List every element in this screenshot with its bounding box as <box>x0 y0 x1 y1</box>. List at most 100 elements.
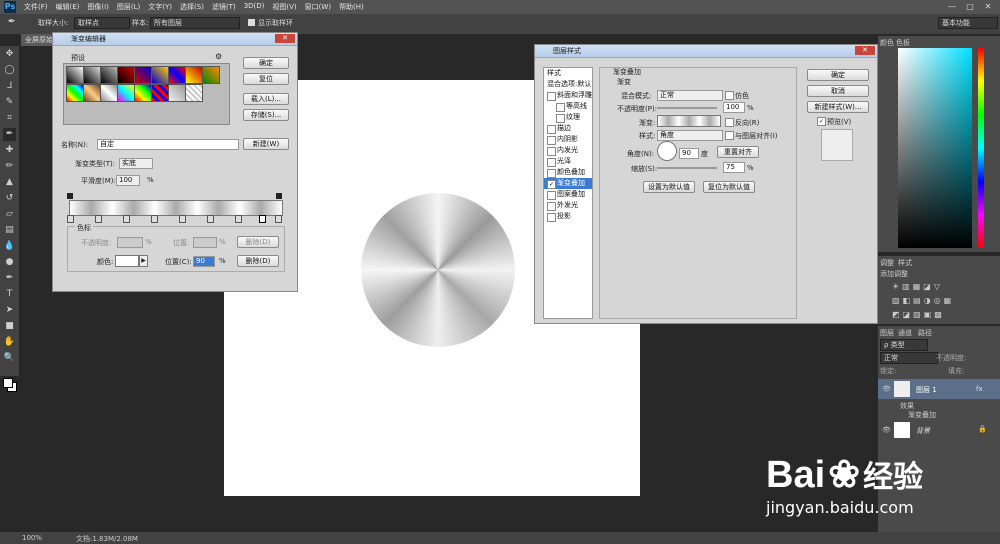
reverse-checkbox[interactable] <box>725 118 734 127</box>
menu-layer[interactable]: 图层(L) <box>117 2 140 12</box>
menu-image[interactable]: 图像(I) <box>87 2 109 12</box>
style-item[interactable]: 外发光 <box>544 200 592 211</box>
preset-swatch[interactable] <box>66 66 84 84</box>
style-item[interactable]: 投影 <box>544 211 592 222</box>
style-checkbox[interactable] <box>547 213 556 222</box>
style-checkbox[interactable] <box>556 114 565 123</box>
preset-swatch[interactable] <box>134 66 152 84</box>
marquee-tool-icon[interactable]: ◯ <box>3 64 16 77</box>
color-arrow-icon[interactable]: ▶ <box>139 255 148 267</box>
shape-tool-icon[interactable]: ■ <box>3 320 16 333</box>
tab-layers[interactable]: 图层 <box>880 328 894 338</box>
quick-select-tool-icon[interactable]: ✎ <box>3 96 16 109</box>
brush-tool-icon[interactable]: ✏ <box>3 160 16 173</box>
zoom-level[interactable]: 100% <box>22 534 42 542</box>
visibility-eye-icon[interactable]: 👁 <box>882 426 891 434</box>
style-checkbox[interactable] <box>547 169 556 178</box>
gradient-save-button[interactable]: 存储(S)... <box>243 109 289 121</box>
layer-name[interactable]: 背景 <box>916 426 930 436</box>
blend-mode-dropdown[interactable]: 正常 <box>880 352 938 364</box>
layer-style-ok-button[interactable]: 确定 <box>807 69 869 81</box>
preset-swatch[interactable] <box>117 66 135 84</box>
preset-swatch[interactable] <box>83 66 101 84</box>
reset-align-button[interactable]: 重置对齐 <box>717 146 759 158</box>
gradient-preview-bar[interactable] <box>69 200 283 216</box>
preview-checkbox[interactable]: ✓ <box>817 117 826 126</box>
style-item[interactable]: 内阴影 <box>544 134 592 145</box>
menu-select[interactable]: 选择(S) <box>180 2 204 12</box>
gradient-type-select[interactable]: 实底 <box>119 158 153 169</box>
color-stop[interactable] <box>67 215 74 223</box>
tab-styles[interactable]: 样式 <box>898 258 912 268</box>
smoothness-select[interactable]: 100 <box>116 175 140 186</box>
eraser-tool-icon[interactable]: ▱ <box>3 208 16 221</box>
preset-swatch[interactable] <box>100 66 118 84</box>
blend-options-default[interactable]: 混合选项:默认 <box>544 79 592 90</box>
preset-swatch[interactable] <box>168 66 186 84</box>
set-default-button[interactable]: 设置为默认值 <box>643 181 695 193</box>
tab-channels[interactable]: 通道 <box>898 328 912 338</box>
color-stop-selected[interactable] <box>259 215 266 223</box>
workspace-select[interactable]: 基本功能 <box>938 17 998 29</box>
stop-opacity-input[interactable] <box>117 237 143 248</box>
color-stop[interactable] <box>179 215 186 223</box>
maximize-button[interactable]: □ <box>962 1 978 12</box>
layer-row-selected[interactable]: 👁 图层 1 fx <box>878 379 1000 399</box>
pen-tool-icon[interactable]: ✒ <box>3 272 16 285</box>
preset-swatch[interactable] <box>117 84 135 102</box>
menu-window[interactable]: 窗口(W) <box>305 2 331 12</box>
eyedropper-icon[interactable]: ✒ <box>8 17 16 27</box>
preset-swatch[interactable] <box>202 66 220 84</box>
menu-3d[interactable]: 3D(D) <box>244 2 265 12</box>
gradient-editor-close-icon[interactable]: ✕ <box>275 34 295 43</box>
style-item[interactable]: 颜色叠加 <box>544 167 592 178</box>
opacity-slider[interactable] <box>657 107 717 109</box>
style-item[interactable]: 图案叠加 <box>544 189 592 200</box>
preset-swatch[interactable] <box>185 84 203 102</box>
style-item[interactable]: 等高线 <box>544 101 592 112</box>
adjustment-icons-row1[interactable]: ☀▥▦◪▽ <box>892 282 943 291</box>
gradient-new-button[interactable]: 新建(W) <box>243 138 289 150</box>
dither-checkbox[interactable] <box>725 91 734 100</box>
visibility-eye-icon[interactable]: 👁 <box>882 385 891 393</box>
gradient-name-input[interactable]: 自定 <box>97 139 239 150</box>
move-tool-icon[interactable]: ✥ <box>3 48 16 61</box>
history-brush-icon[interactable]: ↺ <box>3 192 16 205</box>
scale-input[interactable]: 75 <box>723 162 745 173</box>
crop-tool-icon[interactable]: ⌗ <box>3 112 16 125</box>
gradient-overlay-effect-row[interactable]: 渐变叠加 <box>908 410 936 420</box>
preset-swatch[interactable] <box>185 66 203 84</box>
color-stop[interactable] <box>123 215 130 223</box>
tab-swatches[interactable]: 色板 <box>896 38 910 48</box>
stop-delete-button-disabled[interactable]: 删除(D) <box>237 236 279 248</box>
angle-input[interactable]: 90 <box>679 148 699 159</box>
style-checkbox[interactable] <box>547 191 556 200</box>
preset-swatch[interactable] <box>151 66 169 84</box>
tab-adjustments[interactable]: 调整 <box>880 258 894 268</box>
blend-mode-select[interactable]: 正常 <box>657 90 723 101</box>
color-stop[interactable] <box>95 215 102 223</box>
style-item[interactable]: 斜面和浮雕 <box>544 90 592 101</box>
reset-default-button[interactable]: 复位为默认值 <box>703 181 755 193</box>
scale-slider[interactable] <box>657 167 717 169</box>
stop-color-swatch[interactable] <box>115 255 139 267</box>
style-item[interactable]: 内发光 <box>544 145 592 156</box>
styles-header[interactable]: 样式 <box>544 68 592 79</box>
new-style-button[interactable]: 新建样式(W)... <box>807 101 869 113</box>
gradient-ok-button[interactable]: 确定 <box>243 57 289 69</box>
style-checkbox[interactable] <box>547 158 556 167</box>
style-checkbox[interactable] <box>547 147 556 156</box>
preset-swatch[interactable] <box>66 84 84 102</box>
style-checkbox[interactable] <box>547 136 556 145</box>
style-checkbox[interactable]: ✓ <box>547 180 556 189</box>
fx-badge[interactable]: fx <box>976 385 983 393</box>
background-layer-row[interactable]: 👁 背景 🔒 <box>878 420 1000 440</box>
presets-gear-icon[interactable]: ⚙ <box>215 52 222 61</box>
close-button[interactable]: ✕ <box>980 1 996 12</box>
adjustment-icons-row2[interactable]: ▨◧▤◑◎▦ <box>892 296 954 305</box>
tab-paths[interactable]: 路径 <box>918 328 932 338</box>
show-ring-checkbox[interactable] <box>248 19 255 26</box>
blur-tool-icon[interactable]: 💧 <box>3 240 16 253</box>
gradient-reset-button[interactable]: 复位 <box>243 73 289 85</box>
preset-swatch[interactable] <box>134 84 152 102</box>
